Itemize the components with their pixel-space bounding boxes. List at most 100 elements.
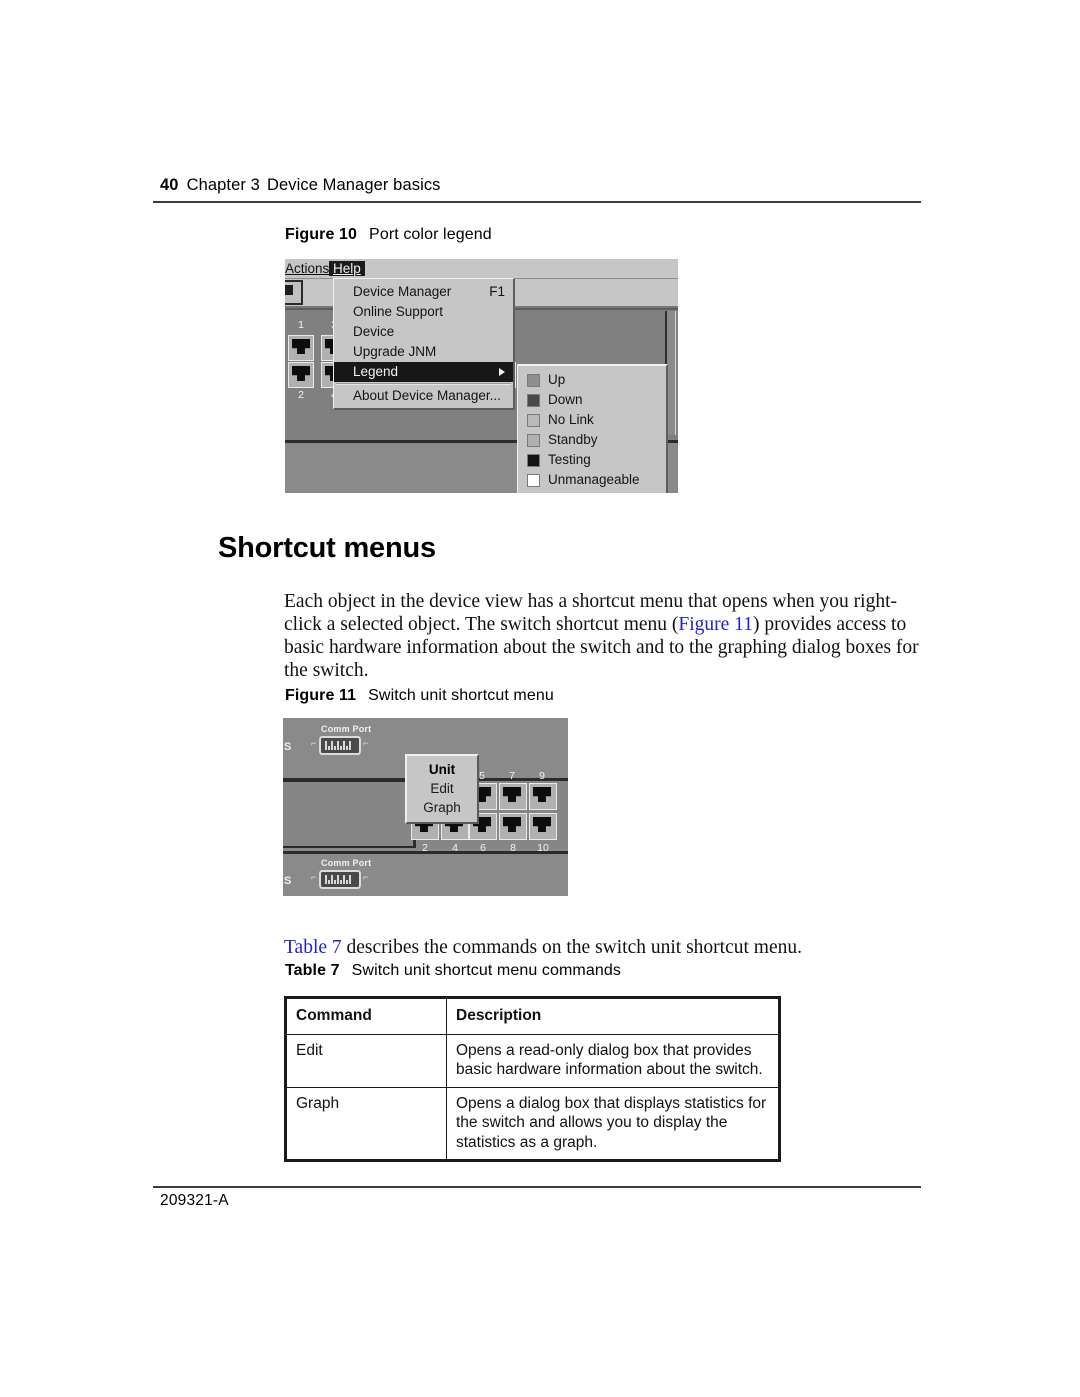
figure-11-crossref[interactable]: Figure 11	[678, 614, 753, 635]
port-number: 4	[452, 842, 458, 854]
figure-11-screenshot: S Comm Port ⌐ ⌐ S Comm Port ⌐ ⌐ 5 7 9 2 …	[283, 718, 568, 896]
db9-pins-row2	[328, 880, 352, 884]
unit-divider	[283, 846, 415, 848]
port-icon[interactable]	[499, 813, 527, 840]
port-icon[interactable]	[288, 335, 314, 361]
figure-11-caption: Figure 11 Switch unit shortcut menu	[285, 687, 554, 705]
running-header: 40 Chapter 3 Device Manager basics	[160, 176, 441, 195]
footer-rule	[153, 1186, 921, 1188]
rj45-icon	[533, 817, 551, 832]
comm-port-label: Comm Port	[321, 858, 372, 868]
table-7: Command Description Edit Opens a read-on…	[284, 996, 781, 1162]
legend-swatch-down	[527, 394, 540, 407]
connector-screw-icon: ⌐	[311, 738, 317, 748]
context-menu-item-edit[interactable]: Edit	[407, 779, 477, 798]
legend-swatch-up	[527, 374, 540, 387]
cell-description: Opens a read-only dialog box that provid…	[446, 1033, 779, 1088]
rj45-icon	[533, 787, 551, 802]
unit-side-label: S	[284, 875, 292, 887]
port-number: 9	[539, 770, 545, 782]
figure-10-screenshot: 1 3 2 4 6 8 10 12 14	[285, 259, 678, 493]
table-7-title: Switch unit shortcut menu commands	[351, 962, 621, 979]
table-7-intro-paragraph: Table 7 describes the commands on the sw…	[284, 936, 934, 959]
unit-side-label: S	[284, 741, 292, 753]
legend-item-testing[interactable]: Testing	[518, 450, 666, 470]
chapter-title: Device Manager basics	[266, 176, 441, 194]
menu-item-upgrade-jnm[interactable]: Upgrade JNM	[334, 342, 513, 362]
figure-10-label: Figure 10	[285, 226, 358, 243]
menu-separator	[336, 383, 511, 385]
table-7-crossref[interactable]: Table 7	[284, 937, 342, 958]
port-number: 2	[422, 842, 428, 854]
rj45-icon	[503, 817, 521, 832]
chapter-label: Chapter 3	[186, 176, 260, 194]
port-icon[interactable]	[529, 783, 557, 810]
db9-pins-row2	[328, 746, 352, 750]
table-7-intro-text: describes the commands on the switch uni…	[341, 936, 802, 958]
port-number: 10	[537, 842, 549, 854]
figure-11-title: Switch unit shortcut menu	[368, 687, 554, 704]
db9-connector-icon	[319, 870, 361, 889]
menu-item-device-manager[interactable]: Device Manager F1	[334, 282, 513, 302]
switch-unit-context-menu: Unit Edit Graph	[405, 754, 479, 824]
legend-swatch-testing	[527, 454, 540, 467]
figure-11-label: Figure 11	[285, 687, 357, 704]
cell-command: Graph	[286, 1086, 447, 1160]
figure-10-caption: Figure 10 Port color legend	[285, 226, 492, 244]
table-row: Edit Opens a read-only dialog box that p…	[286, 1033, 779, 1088]
table-header-row: Command Description	[286, 998, 779, 1035]
rj45-icon	[292, 366, 310, 381]
port-number: 2	[298, 389, 304, 401]
port-number: 7	[509, 770, 515, 782]
context-menu-item-graph[interactable]: Graph	[407, 798, 477, 817]
port-number: 1	[298, 319, 304, 331]
port-icon[interactable]	[529, 813, 557, 840]
legend-item-unmanageable[interactable]: Unmanageable	[518, 470, 666, 490]
port-number: 6	[480, 842, 486, 854]
cell-command: Edit	[286, 1033, 447, 1088]
port-icon[interactable]	[288, 362, 314, 388]
shortcut-menus-paragraph: Each object in the device view has a sho…	[284, 590, 930, 682]
legend-swatch-standby	[527, 434, 540, 447]
figure-10-title: Port color legend	[369, 226, 492, 243]
menu-item-about-device-manager[interactable]: About Device Manager...	[334, 386, 513, 406]
header-rule	[153, 201, 921, 203]
port-icon[interactable]	[499, 783, 527, 810]
menu-accelerator: F1	[489, 284, 505, 299]
document-number: 209321-A	[160, 1192, 229, 1209]
table-7-caption: Table 7 Switch unit shortcut menu command…	[285, 962, 621, 980]
submenu-arrow-icon	[499, 368, 505, 376]
legend-item-down[interactable]: Down	[518, 390, 666, 410]
menu-bar: Actions Help	[285, 259, 678, 279]
comm-port-label: Comm Port	[321, 724, 372, 734]
menu-help[interactable]: Help	[329, 261, 365, 276]
legend-swatch-no-link	[527, 414, 540, 427]
legend-item-standby[interactable]: Standby	[518, 430, 666, 450]
connector-screw-icon: ⌐	[311, 872, 317, 882]
connector-screw-icon: ⌐	[363, 872, 369, 882]
legend-submenu: Up Down No Link Standby Testing Unmanage…	[517, 364, 668, 493]
menu-item-device[interactable]: Device	[334, 322, 513, 342]
unit-divider	[283, 780, 411, 782]
table-row: Graph Opens a dialog box that displays s…	[286, 1086, 779, 1160]
cell-description: Opens a dialog box that displays statist…	[446, 1086, 779, 1160]
open-device-icon[interactable]	[285, 280, 303, 305]
page-number: 40	[160, 176, 179, 194]
rj45-icon	[292, 339, 310, 354]
column-header-command: Command	[286, 998, 447, 1035]
menu-item-legend[interactable]: Legend	[334, 362, 513, 382]
port-number: 8	[510, 842, 516, 854]
legend-item-up[interactable]: Up	[518, 370, 666, 390]
legend-item-no-link[interactable]: No Link	[518, 410, 666, 430]
section-heading: Shortcut menus	[218, 532, 436, 565]
legend-swatch-unmanageable	[527, 474, 540, 487]
rj45-icon	[503, 787, 521, 802]
menu-item-online-support[interactable]: Online Support	[334, 302, 513, 322]
connector-screw-icon: ⌐	[363, 738, 369, 748]
menu-actions[interactable]: Actions	[285, 261, 333, 276]
context-menu-item-unit[interactable]: Unit	[407, 760, 477, 779]
db9-connector-icon	[319, 736, 361, 755]
table-7-label: Table 7	[285, 962, 340, 979]
help-dropdown-menu: Device Manager F1 Online Support Device …	[333, 278, 515, 410]
document-page: 40 Chapter 3 Device Manager basics Figure …	[0, 0, 1080, 1397]
